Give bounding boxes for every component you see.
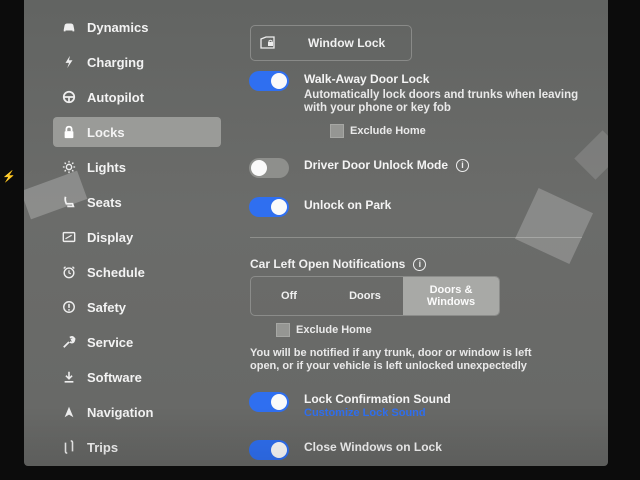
lock-icon <box>60 123 78 141</box>
touchscreen: Dynamics Charging Autopilot Locks Lights <box>24 0 608 466</box>
wrench-icon <box>60 333 78 351</box>
sidebar-item-display[interactable]: Display <box>53 222 221 252</box>
sidebar-item-safety[interactable]: Safety <box>53 292 221 322</box>
info-icon[interactable]: i <box>413 257 427 271</box>
navigation-arrow-icon <box>60 403 78 421</box>
sidebar-item-schedule[interactable]: Schedule <box>53 257 221 287</box>
sidebar-item-label: Trips <box>87 439 119 455</box>
toggle-knob <box>271 394 287 410</box>
sidebar-item-label: Navigation <box>87 404 154 420</box>
edge-lightning-icon: ⚡ <box>2 171 16 183</box>
car-left-open-notifications-title: Car Left Open Notifications <box>250 257 406 271</box>
walk-away-door-lock-toggle[interactable] <box>249 71 289 91</box>
window-lock-button[interactable]: Window Lock <box>250 25 412 61</box>
option-off[interactable]: Off <box>251 277 327 315</box>
car-left-open-notifications-row: Car Left Open Notifications i <box>250 257 427 271</box>
download-icon <box>60 368 78 386</box>
steering-wheel-icon <box>60 88 78 106</box>
sidebar-item-label: Charging <box>87 54 145 70</box>
close-windows-on-lock-title: Close Windows on Lock <box>304 440 442 454</box>
option-doors[interactable]: Doors <box>327 277 403 315</box>
lock-confirmation-sound-toggle[interactable] <box>249 392 289 412</box>
toggle-knob <box>271 442 287 458</box>
display-icon <box>60 228 78 246</box>
car-left-open-note: You will be notified if any trunk, door … <box>250 347 532 372</box>
sidebar-item-label: Autopilot <box>87 89 145 105</box>
unlock-on-park-toggle[interactable] <box>249 197 289 217</box>
exclude-home-label: Exclude Home <box>296 324 372 336</box>
sidebar-item-label: Seats <box>87 194 122 210</box>
lightning-icon <box>60 53 78 71</box>
window-lock-icon <box>260 36 275 49</box>
alert-circle-icon <box>60 298 78 316</box>
sidebar-item-label: Service <box>87 334 134 350</box>
sidebar-item-seats[interactable]: Seats <box>53 187 221 217</box>
sidebar-item-dynamics[interactable]: Dynamics <box>53 12 221 42</box>
sidebar-item-label: Lights <box>87 159 126 175</box>
walk-away-exclude-home[interactable]: Exclude Home <box>330 124 426 138</box>
sidebar-item-label: Dynamics <box>87 19 149 35</box>
trips-icon <box>60 438 78 456</box>
info-icon[interactable]: i <box>456 158 470 172</box>
driver-door-unlock-mode-title: Driver Door Unlock Mode <box>304 158 449 172</box>
lock-confirmation-sound-title: Lock Confirmation Sound <box>304 392 451 406</box>
car-icon <box>60 18 78 36</box>
sidebar-item-navigation[interactable]: Navigation <box>53 397 221 427</box>
exclude-home-checkbox[interactable] <box>276 323 290 337</box>
sidebar-item-autopilot[interactable]: Autopilot <box>53 82 221 112</box>
close-windows-on-lock-toggle[interactable] <box>249 440 289 460</box>
car-left-open-segmented-control: Off Doors Doors & Windows <box>250 276 500 316</box>
exclude-home-checkbox[interactable] <box>330 124 344 138</box>
sidebar-item-label: Locks <box>87 124 125 140</box>
customize-lock-sound-link[interactable]: Customize Lock Sound <box>304 407 426 419</box>
sidebar-item-label: Safety <box>87 299 127 315</box>
walk-away-door-lock-description: Automatically lock doors and trunks when… <box>304 89 579 114</box>
sidebar-item-label: Display <box>87 229 134 245</box>
sidebar-item-software[interactable]: Software <box>53 362 221 392</box>
driver-door-unlock-mode-row: Driver Door Unlock Mode i <box>304 158 470 172</box>
sidebar-item-service[interactable]: Service <box>53 327 221 357</box>
sidebar-item-label: Schedule <box>87 264 145 280</box>
unlock-on-park-title: Unlock on Park <box>304 198 392 212</box>
sidebar-item-label: Software <box>87 369 142 385</box>
toggle-knob <box>271 199 287 215</box>
sidebar-item-lights[interactable]: Lights <box>53 152 221 182</box>
walk-away-door-lock-title: Walk-Away Door Lock <box>304 72 430 86</box>
locks-settings-panel: Window Lock Walk-Away Door Lock Automati… <box>248 0 588 466</box>
section-divider <box>250 237 582 238</box>
driver-door-unlock-mode-toggle[interactable] <box>249 158 289 178</box>
option-doors-and-windows[interactable]: Doors & Windows <box>403 277 499 315</box>
sidebar-item-trips[interactable]: Trips <box>53 432 221 462</box>
sidebar-item-charging[interactable]: Charging <box>53 47 221 77</box>
toggle-knob <box>271 73 287 89</box>
sun-icon <box>60 158 78 176</box>
window-lock-label: Window Lock <box>308 36 386 50</box>
seat-icon <box>60 193 78 211</box>
alarm-clock-icon <box>60 263 78 281</box>
toggle-knob <box>251 160 267 176</box>
exclude-home-label: Exclude Home <box>350 125 426 137</box>
sidebar-item-locks[interactable]: Locks <box>53 117 221 147</box>
car-left-open-exclude-home[interactable]: Exclude Home <box>276 323 372 337</box>
